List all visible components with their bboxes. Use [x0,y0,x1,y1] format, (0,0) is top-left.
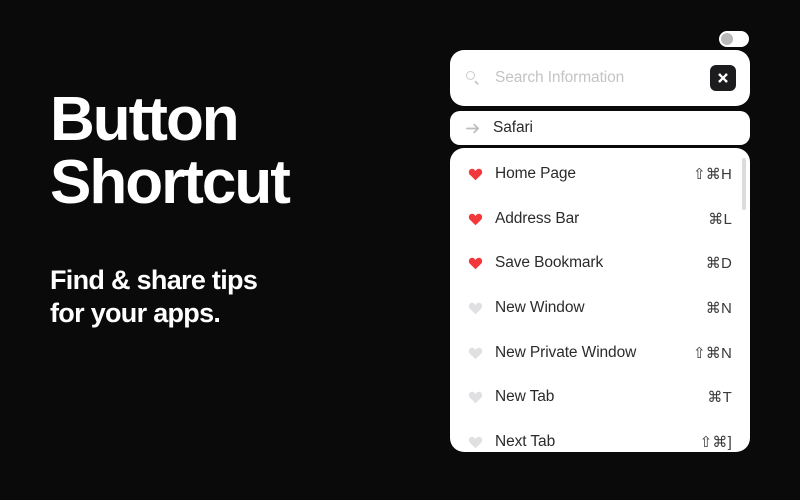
shortcut-list: Home Page ⇧⌘H Address Bar ⌘L Save Bookmark ⌘D… [450,152,750,452]
search-panel [450,50,750,106]
shortcut-list-panel: Home Page ⇧⌘H Address Bar ⌘L Save Bookmark ⌘D… [450,148,750,452]
shortcut-keys: ⌘L [708,210,732,228]
page-subtitle: Find & share tips for your apps. [50,265,258,329]
shortcut-keys: ⌘N [705,300,732,318]
power-toggle[interactable] [719,31,749,47]
scrollbar-thumb[interactable] [742,158,746,210]
heart-icon[interactable] [468,301,483,316]
app-row-safari[interactable]: Safari [450,111,750,145]
shortcut-keys: ⇧⌘H [692,166,732,184]
shortcut-keys: ⌘D [705,255,732,273]
arrow-right-icon [466,121,481,135]
shortcut-row[interactable]: Address Bar ⌘L [450,197,750,242]
shortcut-keys: ⌘T [707,389,732,407]
shortcut-row[interactable]: Next Tab ⇧⌘] [450,420,750,452]
shortcut-label: New Window [495,299,585,317]
shortcut-label: Save Bookmark [495,254,604,272]
shortcut-row[interactable]: Save Bookmark ⌘D [450,241,750,286]
heart-icon[interactable] [468,211,483,226]
shortcut-row[interactable]: New Tab ⌘T [450,375,750,420]
promo-text-block: Button Shortcut Find & share tips for yo… [50,88,430,330]
shortcut-row[interactable]: Home Page ⇧⌘H [450,152,750,197]
app-screenshot: Button Shortcut Find & share tips for yo… [0,0,800,500]
shortcut-label: New Tab [495,388,555,406]
heart-icon[interactable] [468,434,483,449]
shortcut-label: Home Page [495,165,576,183]
search-icon [466,71,480,85]
shortcut-label: New Private Window [495,343,637,361]
shortcut-row[interactable]: New Window ⌘N [450,286,750,331]
toggle-knob [721,33,733,45]
shortcut-row[interactable]: New Private Window ⇧⌘N [450,330,750,375]
shortcut-keys: ⇧⌘N [692,344,732,362]
app-name-label: Safari [493,119,533,136]
shortcut-keys: ⇧⌘] [699,433,732,451]
page-title: Button Shortcut [50,85,291,218]
search-input[interactable] [493,68,710,88]
command-expand-icon[interactable] [710,65,736,91]
shortcut-label: Address Bar [495,209,580,227]
heart-icon[interactable] [468,256,483,271]
heart-icon[interactable] [468,167,483,182]
heart-icon[interactable] [468,390,483,405]
shortcut-label: Next Tab [495,432,556,450]
heart-icon[interactable] [468,345,483,360]
